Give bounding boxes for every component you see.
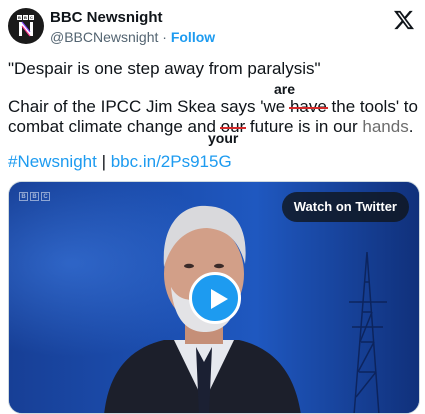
play-button[interactable] <box>189 272 241 324</box>
follow-button[interactable]: Follow <box>171 29 215 45</box>
handwritten-insert-are: are <box>274 81 296 97</box>
bbc-watermark: B B C <box>19 192 50 201</box>
tweet-line-2: Chair of the IPCC Jim Skea says 'we have… <box>8 96 418 118</box>
tweet-quote: "Despair is one step away from paralysis… <box>8 59 321 78</box>
avatar[interactable]: B B C <box>8 8 44 44</box>
display-name[interactable]: BBC Newsnight <box>50 9 215 27</box>
logo-letter: C <box>29 15 34 20</box>
url-link[interactable]: bbc.in/2Ps915G <box>111 152 232 171</box>
text-segment: Chair of the IPCC Jim Skea says 'we <box>8 97 290 116</box>
tweet-links: #Newsnight | bbc.in/2Ps915G <box>8 151 232 173</box>
divider: | <box>101 152 106 171</box>
x-logo-icon[interactable] <box>393 10 415 30</box>
handle[interactable]: @BBCNewsnight <box>50 29 158 45</box>
newsnight-n-icon <box>19 21 33 37</box>
tweet-header: B B C BBC Newsnight @BBCNewsnight · Foll… <box>8 8 417 48</box>
text-segment: combat climate change and <box>8 117 221 136</box>
watermark-letter: C <box>41 192 50 201</box>
watermark-letter: B <box>19 192 28 201</box>
text-segment: the tools' to <box>326 97 418 116</box>
hands-word: hands <box>362 117 409 136</box>
handwritten-insert-your: your <box>208 130 239 146</box>
struck-word-have: have <box>288 97 328 116</box>
watermark-letter: B <box>30 192 39 201</box>
name-block: BBC Newsnight @BBCNewsnight · Follow <box>50 9 215 46</box>
handle-row: @BBCNewsnight · Follow <box>50 28 215 46</box>
hashtag-link[interactable]: #Newsnight <box>8 152 97 171</box>
logo-letter: B <box>17 15 22 20</box>
logo-letter: B <box>23 15 28 20</box>
text-segment: . <box>408 117 414 136</box>
watch-on-twitter-button[interactable]: Watch on Twitter <box>281 192 409 222</box>
play-icon <box>211 289 228 309</box>
separator-dot: · <box>162 29 167 45</box>
text-segment: future is in our <box>245 117 363 136</box>
video-player[interactable]: B B C Watch on Twitter <box>8 181 420 414</box>
bbc-logo-icon: B B C <box>17 15 34 20</box>
